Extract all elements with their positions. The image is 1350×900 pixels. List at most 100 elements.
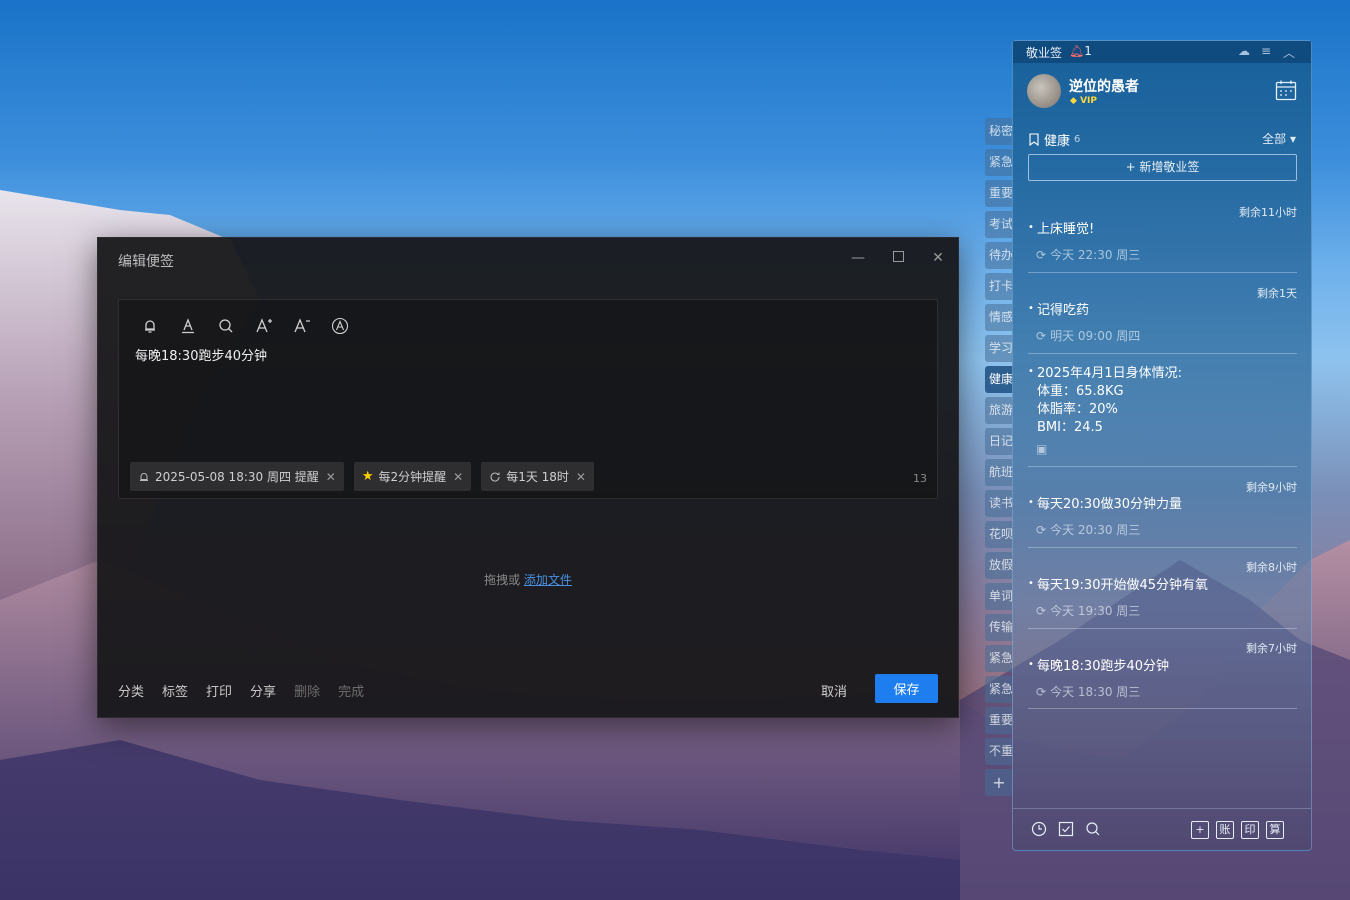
calc-icon[interactable]: 算: [1266, 821, 1284, 839]
maximize-icon[interactable]: [888, 248, 908, 268]
font-color-icon[interactable]: [175, 313, 201, 339]
tab-huabei[interactable]: 花呗: [985, 521, 1013, 548]
tab-health[interactable]: 健康: [985, 366, 1013, 393]
filter-dropdown[interactable]: 全部 ▾: [1262, 130, 1296, 147]
tab-urgent-2[interactable]: 紧急: [985, 645, 1013, 672]
cloud-sync-icon[interactable]: ☁: [1238, 44, 1250, 58]
action-bar: 分类 标签 打印 分享 删除 完成: [118, 681, 364, 700]
list-item[interactable]: 剩余9小时 每天20:30做30分钟力量 ⟳今天 20:30 周三: [1028, 479, 1297, 548]
repeat-daily-chip[interactable]: 每1天 18时 ✕: [481, 462, 594, 491]
notes-panel: 敬业签 🔔︎1 ☁ ≡ ︿ 逆位的愚者 ◆ VIP 健康 6 全部 ▾ + 新增…: [1012, 40, 1312, 851]
close-icon[interactable]: ✕: [928, 248, 948, 268]
cancel-button[interactable]: 取消: [821, 681, 847, 700]
note-editor[interactable]: 每晚18:30跑步40分钟 2025-05-08 18:30 周四 提醒 ✕ ★…: [118, 299, 938, 499]
tab-urgent[interactable]: 紧急: [985, 149, 1013, 176]
list-item[interactable]: 2025年4月1日身体情况: 体重：65.8KG 体脂率：20% BMI：24.…: [1028, 362, 1297, 467]
delete-button[interactable]: 删除: [294, 681, 320, 700]
tab-travel[interactable]: 旅游: [985, 397, 1013, 424]
minimize-icon[interactable]: —: [848, 248, 868, 268]
print-icon[interactable]: 印: [1241, 821, 1259, 839]
font-increase-icon[interactable]: [251, 313, 277, 339]
item-title: 每天19:30开始做45分钟有氧: [1028, 575, 1208, 595]
add-file-link[interactable]: 添加文件: [524, 573, 572, 587]
panel-footer: + 账 印 算: [1013, 808, 1311, 850]
char-count: 13: [913, 472, 927, 485]
add-category-icon[interactable]: +: [985, 769, 1013, 796]
note-content[interactable]: 每晚18:30跑步40分钟: [135, 345, 267, 364]
current-category[interactable]: 健康 6: [1028, 130, 1080, 149]
reminder-chips: 2025-05-08 18:30 周四 提醒 ✕ ★ 每2分钟提醒 ✕ 每1天 …: [130, 462, 594, 491]
item-title: 上床睡觉!: [1028, 219, 1094, 239]
item-time: ⟳ 今天 22:30 周三: [1036, 247, 1141, 263]
tab-checkin[interactable]: 打卡: [985, 273, 1013, 300]
repeat-interval-chip[interactable]: ★ 每2分钟提醒 ✕: [353, 462, 472, 491]
menu-icon[interactable]: ≡: [1261, 44, 1271, 58]
item-time: ⟳ 明天 09:00 周四: [1036, 328, 1141, 344]
tab-urgent-3[interactable]: 紧急: [985, 676, 1013, 703]
tab-holiday[interactable]: 放假: [985, 552, 1013, 579]
avatar[interactable]: [1027, 74, 1061, 108]
chip-label: 每1天 18时: [506, 470, 569, 484]
chip-label: 每2分钟提醒: [378, 470, 447, 484]
repeat-icon: ⟳: [1036, 603, 1047, 618]
tab-diary[interactable]: 日记: [985, 428, 1013, 455]
tab-exam[interactable]: 考试: [985, 211, 1013, 238]
tab-flight[interactable]: 航班: [985, 459, 1013, 486]
item-time: ⟳ 今天 20:30 周三: [1036, 522, 1141, 538]
list-item[interactable]: 剩余7小时 每晚18:30跑步40分钟 ⟳今天 18:30 周三: [1028, 640, 1297, 709]
font-decrease-icon[interactable]: [289, 313, 315, 339]
add-icon[interactable]: +: [1191, 821, 1209, 839]
repeat-icon: ⟳: [1036, 247, 1047, 262]
tag-button[interactable]: 标签: [162, 681, 188, 700]
bookmark-icon: [1029, 133, 1039, 146]
clock-icon[interactable]: [1030, 821, 1048, 839]
remove-chip-icon[interactable]: ✕: [326, 470, 336, 484]
tab-todo[interactable]: 待办: [985, 242, 1013, 269]
tab-transfer[interactable]: 传输: [985, 614, 1013, 641]
list-item[interactable]: 剩余11小时 上床睡觉! ⟳今天 22:30 周三: [1028, 204, 1297, 273]
check-icon[interactable]: [1057, 821, 1075, 839]
star-icon: ★: [361, 469, 374, 484]
list-item[interactable]: 剩余8小时 每天19:30开始做45分钟有氧 ⟳今天 19:30 周三: [1028, 559, 1297, 629]
remove-chip-icon[interactable]: ✕: [576, 470, 586, 484]
reminder-time-chip[interactable]: 2025-05-08 18:30 周四 提醒 ✕: [130, 462, 344, 491]
repeat-icon: ⟳: [1036, 522, 1047, 537]
notification-badge[interactable]: 🔔︎1: [1069, 44, 1092, 58]
tab-secret[interactable]: 秘密: [985, 118, 1013, 145]
reminder-bell-icon[interactable]: [137, 313, 163, 339]
username[interactable]: 逆位的愚者: [1069, 76, 1139, 96]
new-note-button[interactable]: + 新增敬业签: [1028, 154, 1297, 181]
save-button[interactable]: 保存: [875, 674, 938, 703]
item-title: 2025年4月1日身体情况: 体重：65.8KG 体脂率：20% BMI：24.…: [1028, 363, 1182, 437]
tab-important-2[interactable]: 重要: [985, 707, 1013, 734]
tab-emotion[interactable]: 情感: [985, 304, 1013, 331]
search-icon[interactable]: [1084, 821, 1102, 839]
tab-important[interactable]: 重要: [985, 180, 1013, 207]
remaining-time: 剩余8小时: [1246, 561, 1297, 574]
list-item[interactable]: 剩余1天 记得吃药 ⟳明天 09:00 周四: [1028, 285, 1297, 354]
tab-not-important[interactable]: 不重: [985, 738, 1013, 765]
tab-study[interactable]: 学习: [985, 335, 1013, 362]
complete-button[interactable]: 完成: [338, 681, 364, 700]
share-button[interactable]: 分享: [250, 681, 276, 700]
file-drop-zone[interactable]: 拖拽或 添加文件: [98, 571, 958, 588]
remove-chip-icon[interactable]: ✕: [453, 470, 463, 484]
item-title: 每天20:30做30分钟力量: [1028, 494, 1182, 514]
bell-icon: 🔔︎: [1069, 44, 1085, 58]
text-style-icon[interactable]: [327, 313, 353, 339]
tab-reading[interactable]: 读书: [985, 490, 1013, 517]
app-name: 敬业签: [1026, 46, 1063, 60]
collapse-icon[interactable]: ︿: [1283, 44, 1295, 61]
edit-note-window: 编辑便签 — ✕ 每晚18:30跑步40分钟 2025-05-08 18:30 …: [97, 237, 959, 718]
category-button[interactable]: 分类: [118, 681, 144, 700]
ledger-icon[interactable]: 账: [1216, 821, 1234, 839]
drop-text: 拖拽或: [484, 573, 521, 587]
remaining-time: 剩余7小时: [1246, 642, 1297, 655]
print-button[interactable]: 打印: [206, 681, 232, 700]
format-toolbar: [137, 313, 353, 339]
search-icon[interactable]: [213, 313, 239, 339]
calendar-icon[interactable]: [1275, 79, 1297, 101]
tab-words[interactable]: 单词: [985, 583, 1013, 610]
item-time: ⟳ 今天 18:30 周三: [1036, 684, 1141, 700]
category-tabs: 秘密 紧急 重要 考试 待办 打卡 情感 学习 健康 旅游 日记 航班 读书 花…: [985, 118, 1013, 800]
